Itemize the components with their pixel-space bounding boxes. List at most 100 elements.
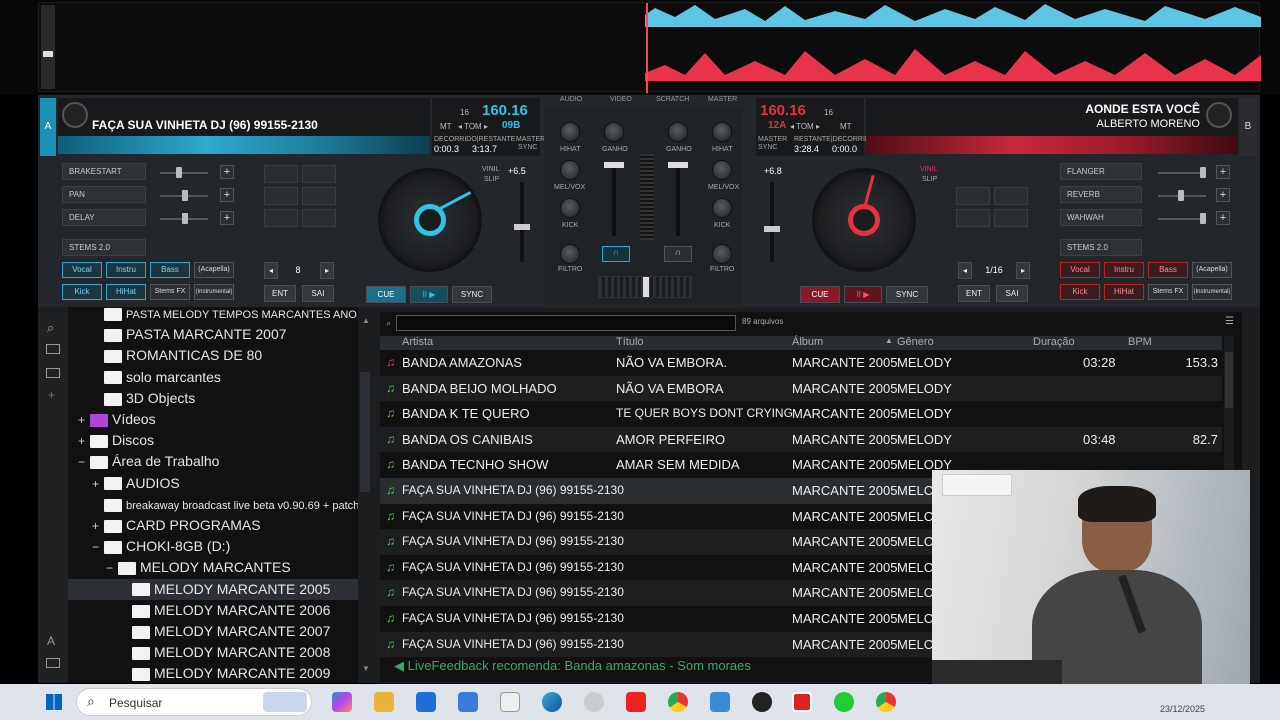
- tree-expander-icon[interactable]: +: [78, 410, 90, 431]
- pad-b-hihat[interactable]: HiHat: [1104, 284, 1144, 300]
- tree-item[interactable]: MELODY MARCANTE 2005: [68, 578, 358, 600]
- loop-a-out-button[interactable]: SAI: [302, 285, 334, 302]
- loop-a-half-button[interactable]: ◂: [264, 262, 278, 279]
- windows-start-icon[interactable]: [46, 694, 62, 710]
- tree-item[interactable]: MELODY MARCANTE 2007: [132, 621, 330, 642]
- zoom-slider-thumb[interactable]: [43, 51, 53, 57]
- deck-a-play-button[interactable]: II ▶: [410, 286, 448, 303]
- volume-a-thumb[interactable]: [604, 162, 624, 168]
- folder-icon[interactable]: [46, 344, 60, 354]
- loop-b-double-button[interactable]: ▸: [1016, 262, 1030, 279]
- deck-a-master[interactable]: MASTER: [516, 136, 545, 143]
- photos-icon[interactable]: [458, 692, 478, 712]
- deck-b-slip-button[interactable]: SLIP: [922, 176, 937, 183]
- scroll-up-icon[interactable]: ▲: [362, 316, 370, 325]
- fx-b-2-slider-thumb[interactable]: [1178, 190, 1184, 201]
- edge-icon[interactable]: [542, 692, 562, 712]
- table-row[interactable]: ♫ BANDA BEIJO MOLHADO NÃO VA EMBORA MARCANT…: [380, 375, 1222, 402]
- fx-a-3-add-button[interactable]: +: [220, 211, 234, 225]
- tree-item[interactable]: + CARD PROGRAMAS: [92, 515, 261, 536]
- deck-a-cue-button[interactable]: CUE: [366, 286, 406, 303]
- deck-a-mt[interactable]: MT: [440, 122, 452, 131]
- col-header-artist[interactable]: Artista: [402, 336, 433, 348]
- tab-scratch[interactable]: SCRATCH: [656, 96, 689, 103]
- tree-item[interactable]: − Área de Trabalho: [78, 451, 219, 472]
- scroll-down-icon[interactable]: ▼: [362, 664, 370, 673]
- deck-b-cue-button[interactable]: CUE: [800, 286, 840, 303]
- loop-b-half-button[interactable]: ◂: [958, 262, 972, 279]
- deck-b-sync-label[interactable]: SYNC: [758, 144, 777, 151]
- pad-a-instru[interactable]: Instru: [106, 262, 146, 278]
- youtube-icon[interactable]: [626, 692, 646, 712]
- volume-b-fader[interactable]: [668, 162, 688, 236]
- font-size-icon[interactable]: A: [47, 634, 55, 648]
- crossfader[interactable]: [598, 276, 692, 298]
- col-header-album[interactable]: Álbum: [792, 336, 823, 348]
- deck-a-sync-label[interactable]: SYNC: [518, 144, 537, 151]
- melvox-b-knob[interactable]: [712, 160, 732, 180]
- deck-a-tom[interactable]: ◂ TOM ▸: [458, 122, 488, 131]
- tree-item[interactable]: MELODY MARCANTE 2006: [132, 600, 330, 621]
- whatsapp-desktop-icon[interactable]: [584, 692, 604, 712]
- fx-b-3-slider[interactable]: [1158, 218, 1206, 220]
- col-header-bpm[interactable]: BPM: [1128, 336, 1152, 348]
- chrome-profile-icon[interactable]: [876, 692, 896, 712]
- pad-a-kick[interactable]: Kick: [62, 284, 102, 300]
- livefeedback-bar[interactable]: ◀ LiveFeedback recomenda: Banda amazonas…: [394, 658, 751, 674]
- sampler-slot[interactable]: [302, 187, 336, 205]
- deck-a-pitch-thumb[interactable]: [514, 224, 530, 230]
- deck-a-letter[interactable]: A: [40, 98, 56, 156]
- melvox-a-knob[interactable]: [560, 160, 580, 180]
- fx-b-1-add-button[interactable]: +: [1216, 165, 1230, 179]
- filter-b-knob[interactable]: [712, 244, 732, 264]
- tree-item[interactable]: − MELODY MARCANTES: [106, 557, 291, 578]
- loop-a-in-button[interactable]: ENT: [264, 285, 296, 302]
- col-header-genre[interactable]: Gênero: [897, 336, 934, 348]
- pad-a-vocal[interactable]: Vocal: [62, 262, 102, 278]
- tab-master[interactable]: MASTER: [708, 96, 737, 103]
- fx-a-1-slider-thumb[interactable]: [176, 167, 182, 178]
- fx-b-1-slider[interactable]: [1158, 172, 1206, 174]
- deck-a-vinyl-button[interactable]: VINIL: [482, 166, 500, 173]
- deck-b-tom[interactable]: ◂ TOM ▸: [790, 122, 820, 131]
- table-row[interactable]: ♫ BANDA OS CANIBAIS AMOR PERFEIRO MARCANTE …: [380, 426, 1222, 453]
- deck-b-sync-button[interactable]: SYNC: [886, 286, 928, 303]
- pad-b-kick[interactable]: Kick: [1060, 284, 1100, 300]
- pad-b-vocal[interactable]: Vocal: [1060, 262, 1100, 278]
- layout-icon[interactable]: [46, 658, 60, 668]
- table-row[interactable]: ♫ BANDA AMAZONAS NÃO VA EMBORA. MARCANTE 20…: [380, 350, 1222, 376]
- sampler-slot[interactable]: [302, 165, 336, 183]
- stems-b-select[interactable]: STEMS 2.0: [1060, 239, 1142, 256]
- deck-b-vinyl-button[interactable]: VINIL: [920, 166, 938, 173]
- waveform-strip[interactable]: [38, 2, 1261, 93]
- fx-a-1-add-button[interactable]: +: [220, 165, 234, 179]
- crossfader-thumb[interactable]: [643, 277, 649, 297]
- copilot-icon[interactable]: [332, 692, 352, 712]
- volume-a-fader[interactable]: [604, 162, 624, 236]
- sampler-slot[interactable]: [264, 165, 298, 183]
- list-menu-icon[interactable]: ☰: [1225, 316, 1234, 327]
- pad-b-stems-fx[interactable]: Stems FX: [1148, 284, 1188, 300]
- kick-a-knob[interactable]: [560, 198, 580, 218]
- store-icon[interactable]: [416, 692, 436, 712]
- fx-b-2-add-button[interactable]: +: [1216, 188, 1230, 202]
- deck-b-play-button[interactable]: II ▶: [844, 286, 882, 303]
- tree-expander-icon[interactable]: −: [92, 537, 104, 558]
- pad-a-instrumental[interactable]: (Instrumental): [194, 284, 234, 300]
- tree-expander-icon[interactable]: +: [92, 474, 104, 495]
- tree-scrollbar[interactable]: ▲ ▼: [358, 312, 374, 682]
- pad-a-acapella[interactable]: (Acapella): [194, 262, 234, 278]
- fx-a-1[interactable]: BRAKESTART: [62, 163, 146, 180]
- filter-a-knob[interactable]: [560, 244, 580, 264]
- gain-b-knob[interactable]: [668, 122, 688, 142]
- pad-b-bass[interactable]: Bass: [1148, 262, 1188, 278]
- tab-audio[interactable]: AUDIO: [560, 96, 582, 103]
- deck-a-jogwheel[interactable]: [378, 168, 482, 272]
- virtualdj-icon[interactable]: [792, 692, 812, 712]
- fx-a-3-slider-thumb[interactable]: [182, 213, 188, 224]
- tree-item[interactable]: ROMANTICAS DE 80: [104, 345, 262, 366]
- deck-b-mt[interactable]: MT: [840, 122, 852, 131]
- search-icon[interactable]: ⌕: [47, 320, 54, 336]
- file-explorer-icon[interactable]: [374, 692, 394, 712]
- zoom-slider[interactable]: [41, 5, 55, 89]
